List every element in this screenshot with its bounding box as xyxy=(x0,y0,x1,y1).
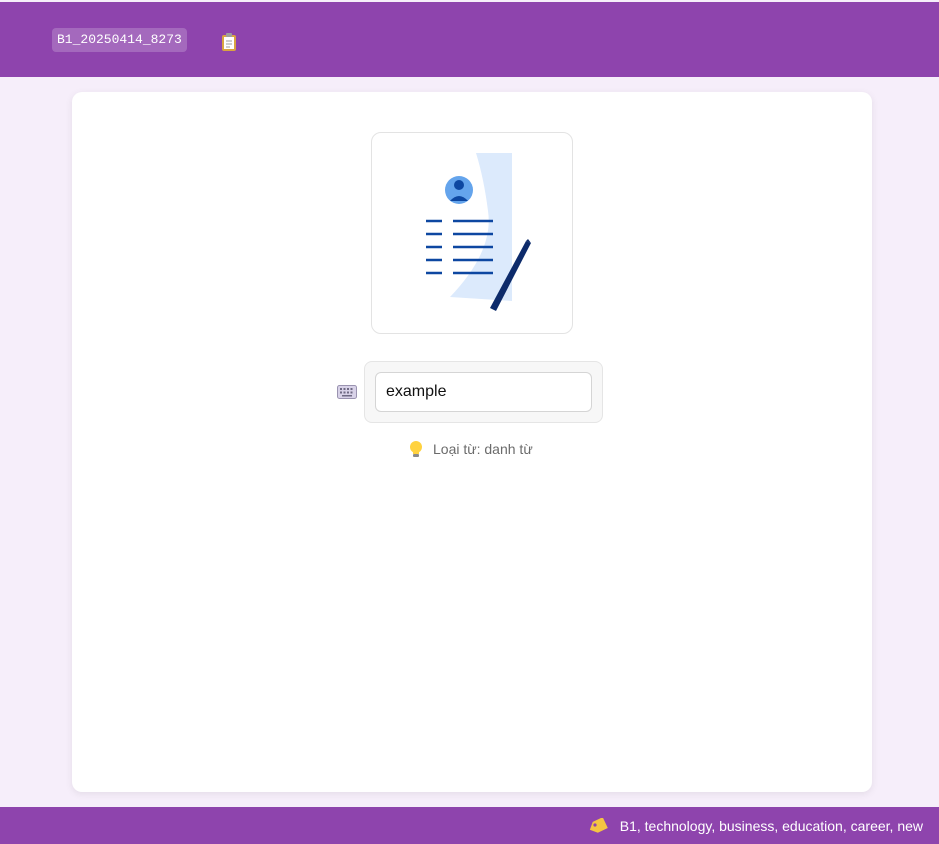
tags-text: B1, technology, business, education, car… xyxy=(619,817,923,834)
keyboard-icon xyxy=(337,385,357,399)
answer-input-container xyxy=(364,361,603,423)
lightbulb-icon xyxy=(408,440,424,458)
resume-document-icon xyxy=(426,153,531,311)
tag-icon xyxy=(588,816,608,834)
answer-input[interactable] xyxy=(375,372,592,412)
footer-bar: B1, technology, business, education, car… xyxy=(0,807,939,844)
hint-row: Loại từ: danh từ xyxy=(408,439,533,459)
tags-row: B1, technology, business, education, car… xyxy=(588,807,923,844)
clipboard-icon[interactable] xyxy=(220,32,238,52)
word-code-badge: B1_20250414_8273 xyxy=(52,28,187,52)
header-bar: B1_20250414_8273 xyxy=(0,2,939,77)
flashcard: Loại từ: danh từ xyxy=(72,92,872,792)
word-type-hint: Loại từ: danh từ xyxy=(433,441,533,457)
word-image xyxy=(371,132,573,334)
